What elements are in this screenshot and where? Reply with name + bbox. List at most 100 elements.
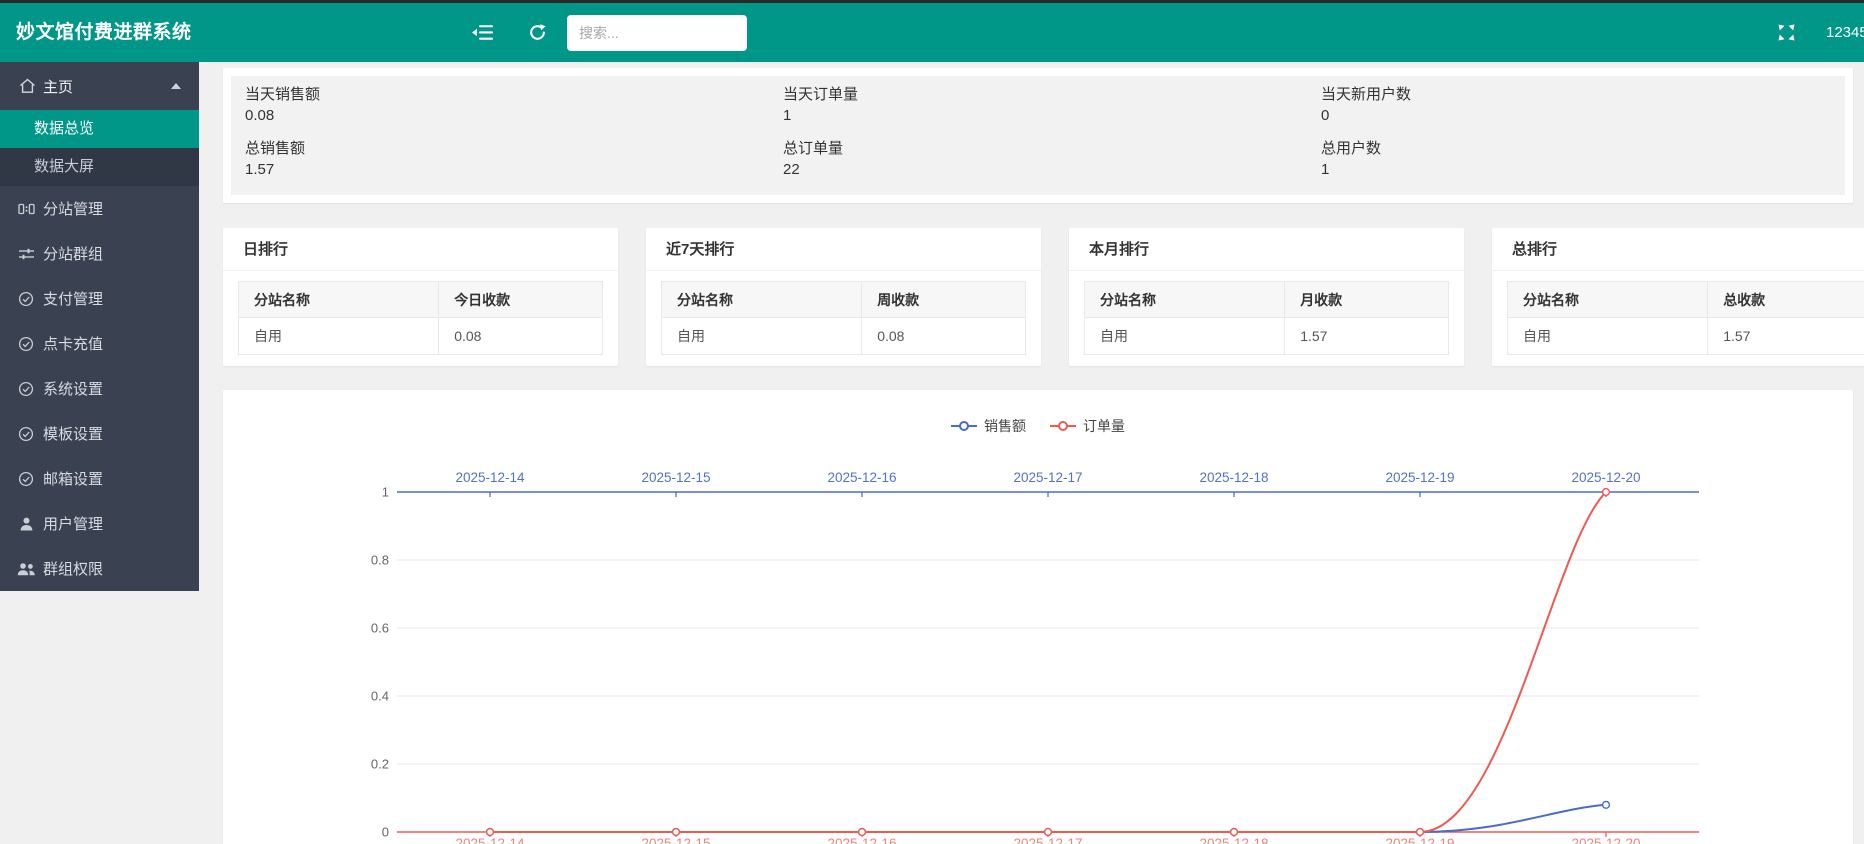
circle-check-icon <box>16 336 36 352</box>
rank-card-title: 总排行 <box>1492 228 1864 271</box>
legend-item-1[interactable]: 订单量 <box>1050 416 1125 436</box>
sidebar-submenu: 数据总览数据大屏 <box>0 110 199 186</box>
chart-card: 销售额 订单量 0 0.2 0.4 0.6 0.8 1 2025-12-14 2025-12-1… <box>223 390 1853 844</box>
stat-label: 当天订单量 <box>783 83 1307 106</box>
sidebar-item-8[interactable]: 群组权限 <box>0 546 199 591</box>
svg-text:0: 0 <box>382 825 389 840</box>
home-icon <box>17 78 37 94</box>
fullscreen-icon[interactable] <box>1778 3 1795 62</box>
stat-label: 当天销售额 <box>245 83 769 106</box>
svg-text:2025-12-15: 2025-12-15 <box>641 470 710 485</box>
stats-inner-panel: 当天销售额0.08总销售额1.57当天订单量1总订单量22当天新用户数0总用户数… <box>231 76 1845 195</box>
sidebar-item-7[interactable]: 用户管理 <box>0 501 199 546</box>
table-row: 自用0.08 <box>662 318 1026 355</box>
rank-card-title: 日排行 <box>223 228 618 271</box>
refresh-icon[interactable] <box>528 3 547 62</box>
stat-label: 总用户数 <box>1321 137 1845 160</box>
circle-check-icon <box>16 426 36 442</box>
stat-value: 1 <box>1321 160 1845 180</box>
rank-table: 分站名称总收款自用1.57 <box>1507 281 1864 355</box>
stat-column-0: 当天销售额0.08 总销售额1.57 <box>231 76 769 195</box>
svg-text:2025-12-20: 2025-12-20 <box>1571 470 1640 485</box>
legend-marker-icon <box>1050 421 1076 431</box>
rank-card-0: 日排行分站名称今日收款自用0.08 <box>223 228 618 366</box>
search-box <box>567 15 747 51</box>
sidebar-item-2[interactable]: 支付管理 <box>0 276 199 321</box>
sidebar-item-3[interactable]: 点卡充值 <box>0 321 199 366</box>
stat-value: 0.08 <box>245 106 769 126</box>
sidebar-items: 分站管理分站群组支付管理点卡充值系统设置模板设置邮箱设置用户管理群组权限 <box>0 186 199 591</box>
sales-orders-line-chart: 0 0.2 0.4 0.6 0.8 1 2025-12-14 2025-12-15 2025-1… <box>223 440 1853 844</box>
sidebar-item-label: 主页 <box>43 76 73 97</box>
svg-text:0.2: 0.2 <box>371 757 389 772</box>
svg-text:0.8: 0.8 <box>371 553 389 568</box>
rank-table: 分站名称月收款自用1.57 <box>1084 281 1449 355</box>
stat-label: 总订单量 <box>783 137 1307 160</box>
rank-card-3: 总排行分站名称总收款自用1.57 <box>1492 228 1864 366</box>
sidebar-item-6[interactable]: 邮箱设置 <box>0 456 199 501</box>
sidebar-item-home[interactable]: 主页 <box>0 62 199 110</box>
table-header-row: 分站名称月收款 <box>1085 282 1449 318</box>
legend-marker-icon <box>951 421 977 431</box>
svg-text:2025-12-19: 2025-12-19 <box>1385 470 1454 485</box>
chevron-up-icon <box>171 83 181 89</box>
rank-cards-row: 日排行分站名称今日收款自用0.08近7天排行分站名称周收款自用0.08本月排行分… <box>223 228 1864 366</box>
search-input[interactable] <box>567 15 747 51</box>
svg-text:2025-12-18: 2025-12-18 <box>1199 470 1268 485</box>
rank-table: 分站名称今日收款自用0.08 <box>238 281 603 355</box>
svg-text:2025-12-19: 2025-12-19 <box>1385 836 1454 844</box>
svg-text:2025-12-16: 2025-12-16 <box>827 470 896 485</box>
app-title: 妙文馆付费进群系统 <box>16 3 192 62</box>
stat-label: 总销售额 <box>245 137 769 160</box>
circle-check-icon <box>16 471 36 487</box>
svg-text:2025-12-17: 2025-12-17 <box>1013 836 1082 844</box>
svg-text:2025-12-15: 2025-12-15 <box>641 836 710 844</box>
username[interactable]: 12345 <box>1826 3 1864 62</box>
user-icon <box>16 516 36 532</box>
stat-column-1: 当天订单量1 总订单量22 <box>769 76 1307 195</box>
svg-text:2025-12-20: 2025-12-20 <box>1571 836 1640 844</box>
svg-text:2025-12-14: 2025-12-14 <box>455 470 525 485</box>
table-header-row: 分站名称周收款 <box>662 282 1026 318</box>
table-row: 自用0.08 <box>239 318 603 355</box>
sidebar-item-1[interactable]: 分站群组 <box>0 231 199 276</box>
grid-icon <box>16 201 36 217</box>
rank-card-title: 本月排行 <box>1069 228 1464 271</box>
table-row: 自用1.57 <box>1508 318 1864 355</box>
svg-text:1: 1 <box>382 485 389 500</box>
sliders-icon <box>16 246 36 262</box>
sidebar-item-0[interactable]: 分站管理 <box>0 186 199 231</box>
sidebar: 主页 数据总览数据大屏 分站管理分站群组支付管理点卡充值系统设置模板设置邮箱设置… <box>0 62 199 591</box>
chart-legend: 销售额 订单量 <box>223 416 1853 436</box>
stat-value: 1 <box>783 106 1307 126</box>
stat-value: 22 <box>783 160 1307 180</box>
svg-text:0.6: 0.6 <box>371 621 389 636</box>
svg-text:2025-12-16: 2025-12-16 <box>827 836 896 844</box>
collapse-sidebar-icon[interactable] <box>472 3 494 62</box>
sidebar-subitem-0[interactable]: 数据总览 <box>0 110 199 148</box>
stats-card: 当天销售额0.08总销售额1.57当天订单量1总订单量22当天新用户数0总用户数… <box>223 68 1853 203</box>
rank-card-2: 本月排行分站名称月收款自用1.57 <box>1069 228 1464 366</box>
stat-value: 1.57 <box>245 160 769 180</box>
table-header-row: 分站名称总收款 <box>1508 282 1864 318</box>
svg-text:2025-12-17: 2025-12-17 <box>1013 470 1082 485</box>
stat-value: 0 <box>1321 106 1845 126</box>
table-header-row: 分站名称今日收款 <box>239 282 603 318</box>
circle-check-icon <box>16 381 36 397</box>
stat-label: 当天新用户数 <box>1321 83 1845 106</box>
rank-card-title: 近7天排行 <box>646 228 1041 271</box>
rank-table: 分站名称周收款自用0.08 <box>661 281 1026 355</box>
legend-item-0[interactable]: 销售额 <box>951 416 1026 436</box>
svg-text:0.4: 0.4 <box>371 689 389 704</box>
users-icon <box>16 561 36 577</box>
table-row: 自用1.57 <box>1085 318 1449 355</box>
sidebar-item-5[interactable]: 模板设置 <box>0 411 199 456</box>
circle-check-icon <box>16 291 36 307</box>
app-header: 妙文馆付费进群系统 12345 <box>0 3 1864 62</box>
sidebar-item-4[interactable]: 系统设置 <box>0 366 199 411</box>
rank-card-1: 近7天排行分站名称周收款自用0.08 <box>646 228 1041 366</box>
sidebar-subitem-1[interactable]: 数据大屏 <box>0 148 199 186</box>
stat-column-2: 当天新用户数0 总用户数1 <box>1307 76 1845 195</box>
svg-text:2025-12-14: 2025-12-14 <box>455 836 525 844</box>
svg-text:2025-12-18: 2025-12-18 <box>1199 836 1268 844</box>
